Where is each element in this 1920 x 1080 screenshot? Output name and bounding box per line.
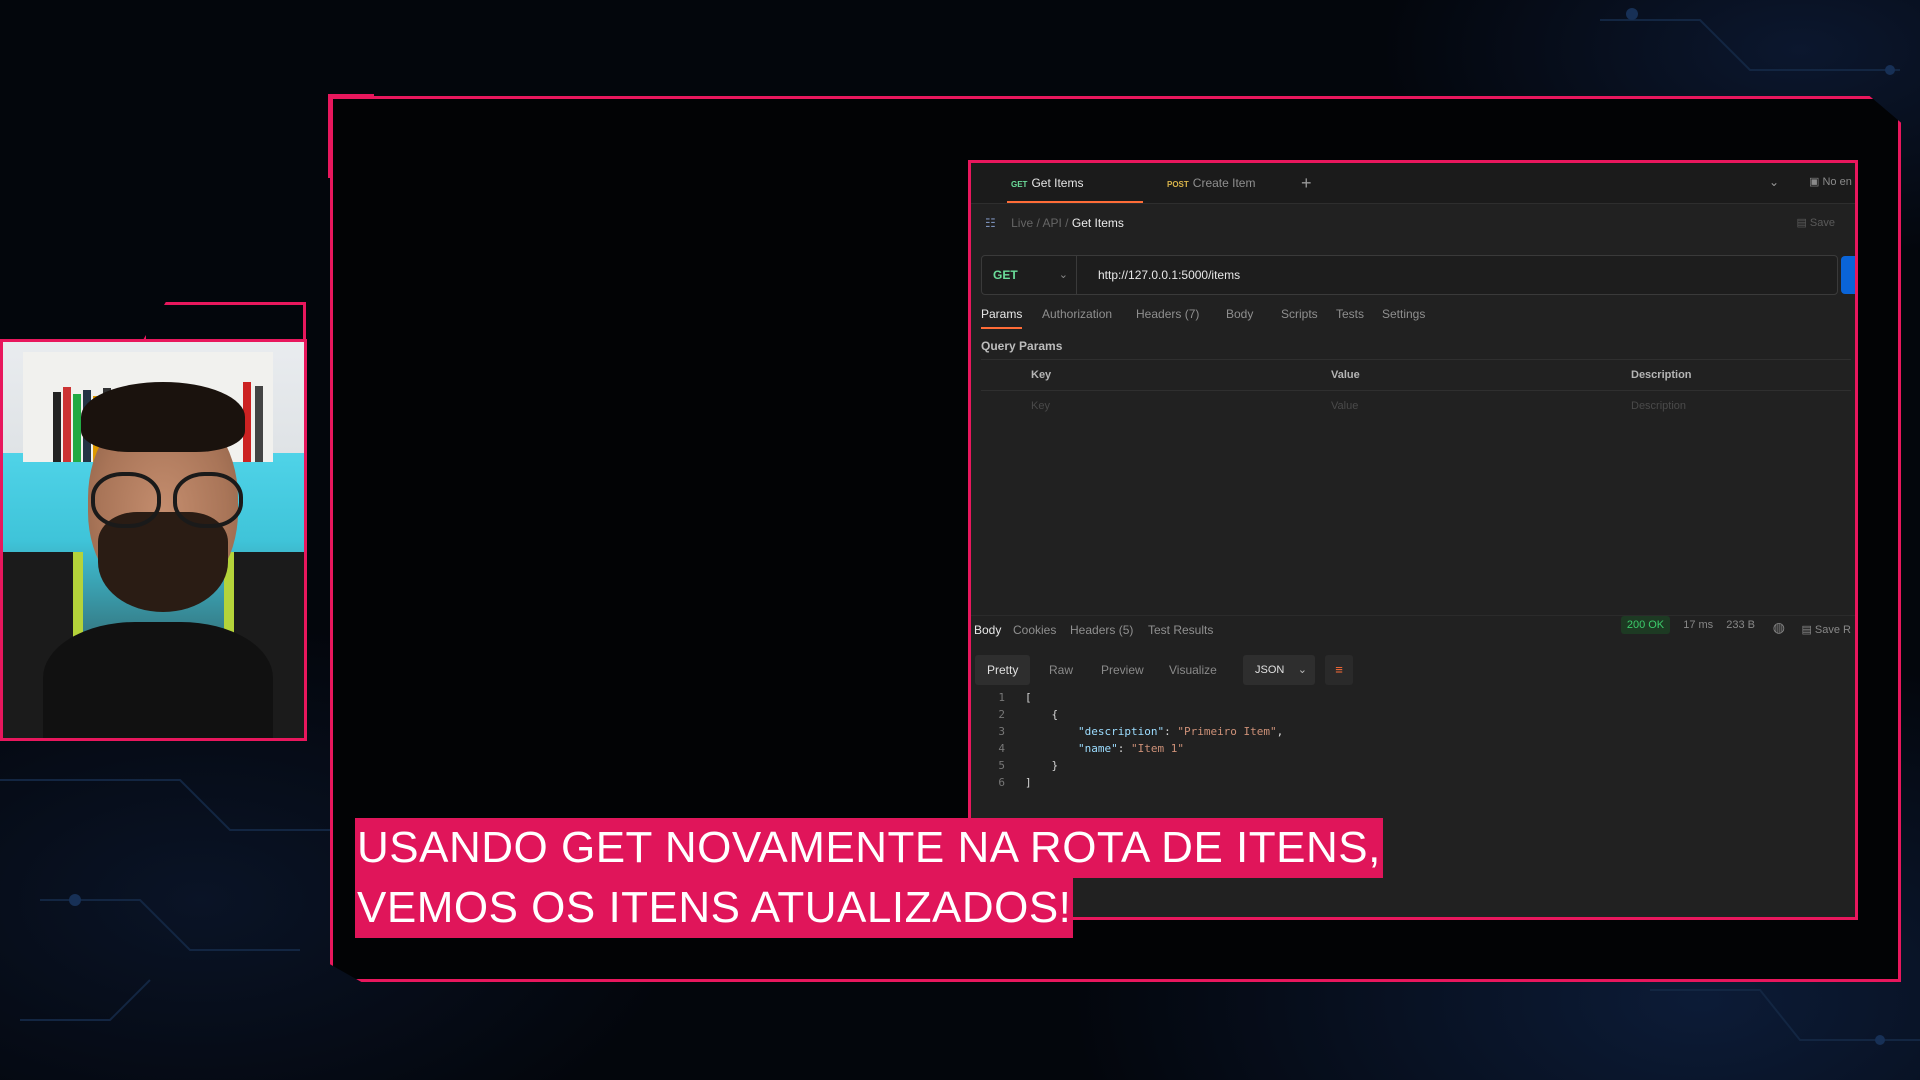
code-text: { <box>1051 708 1059 721</box>
breadcrumb-sep: / <box>1036 216 1040 230</box>
column-description: Description <box>1631 369 1692 381</box>
line-number: 5 <box>998 759 1005 772</box>
shirt <box>43 622 273 738</box>
format-visualize[interactable]: Visualize <box>1157 655 1229 685</box>
column-value: Value <box>1331 369 1360 381</box>
table-header-row: Key Value Description <box>981 359 1851 390</box>
line-number: 3 <box>998 725 1005 738</box>
chevron-down-icon: ⌄ <box>1058 269 1068 281</box>
breadcrumb-current: Get Items <box>1071 216 1124 230</box>
code-line: 2 { <box>971 706 1855 723</box>
format-pretty[interactable]: Pretty <box>975 655 1031 685</box>
tab-scripts[interactable]: Scripts <box>1281 307 1318 321</box>
code-text: ] <box>1025 776 1032 789</box>
line-number: 2 <box>998 708 1005 721</box>
plus-icon[interactable]: + <box>1301 173 1312 194</box>
tab-method: GET <box>1011 180 1028 189</box>
response-size[interactable]: 233 B <box>1726 619 1755 631</box>
code-text: "name": "Item 1" <box>1077 742 1184 755</box>
code-text: } <box>1051 759 1059 772</box>
save-label: Save <box>1809 217 1835 229</box>
tab-create-item[interactable]: POST Create Item <box>1167 163 1255 203</box>
tab-method: POST <box>1167 180 1189 189</box>
tab-response-headers[interactable]: Headers (5) <box>1070 623 1133 637</box>
value-input[interactable]: Value <box>1331 391 1358 421</box>
method-select[interactable]: GET ⌄ <box>982 256 1077 294</box>
format-type-select[interactable]: JSON ⌄ <box>1243 655 1315 685</box>
tab-response-body[interactable]: Body <box>974 623 1001 637</box>
key-input[interactable]: Key <box>1031 391 1050 421</box>
glasses-left-lens <box>91 472 161 528</box>
tab-params[interactable]: Params <box>981 307 1023 329</box>
save-button[interactable]: ▤ Save <box>1796 211 1835 235</box>
method-label: GET <box>993 268 1018 282</box>
collection-icon: ☷ <box>985 216 996 230</box>
description-input[interactable]: Description <box>1631 391 1686 421</box>
save-response-label: Save R <box>1814 624 1851 636</box>
tab-settings[interactable]: Settings <box>1382 307 1425 321</box>
response-status: 200 OK 17 ms 233 B <box>1620 616 1755 634</box>
breadcrumb-folder[interactable]: API <box>1042 216 1061 230</box>
response-divider[interactable] <box>971 615 1855 616</box>
environment-selector[interactable]: ▣ No en <box>1809 175 1852 188</box>
code-text: "description": "Primeiro Item", <box>1077 725 1284 738</box>
globe-icon[interactable]: ◍ <box>1773 619 1785 636</box>
format-type-label: JSON <box>1255 664 1285 676</box>
status-badge[interactable]: 200 OK <box>1620 616 1671 634</box>
url-bar: GET ⌄ http://127.0.0.1:5000/items <box>981 255 1855 295</box>
line-number: 1 <box>998 691 1005 704</box>
subtitle-line-1: USANDO GET NOVAMENTE NA ROTA DE ITENS, <box>355 818 1383 878</box>
tab-tests[interactable]: Tests <box>1336 307 1364 321</box>
save-response-button[interactable]: ▤ Save R <box>1801 623 1851 636</box>
postman-window: GET Get Items POST Create Item + ⌄ ▣ No en… <box>968 160 1858 920</box>
query-params-table: Key Value Description Key Value Descript… <box>981 359 1851 421</box>
tab-authorization[interactable]: Authorization <box>1042 307 1112 321</box>
send-button[interactable] <box>1841 256 1855 294</box>
tab-test-results[interactable]: Test Results <box>1148 623 1213 637</box>
subtitle-line-2: VEMOS OS ITENS ATUALIZADOS! <box>355 878 1074 938</box>
column-key: Key <box>1031 369 1052 381</box>
environment-icon: ▣ <box>1809 176 1820 188</box>
code-line: 6 ] <box>971 774 1855 791</box>
request-tab-bar: GET Get Items POST Create Item + ⌄ ▣ No en <box>971 163 1855 204</box>
webcam-tab-deco <box>143 302 306 340</box>
save-icon: ▤ <box>1796 217 1807 229</box>
breadcrumb-root[interactable]: Live <box>1011 216 1033 230</box>
line-number: 6 <box>998 776 1005 789</box>
query-params-title: Query Params <box>981 339 1063 353</box>
tab-label: Create Item <box>1192 176 1256 190</box>
breadcrumb-sep: / <box>1065 216 1069 230</box>
code-line: 5 } <box>971 757 1855 774</box>
chevron-down-icon[interactable]: ⌄ <box>1769 175 1779 189</box>
chevron-down-icon: ⌄ <box>1297 664 1307 676</box>
response-body[interactable]: 1 [ 2 { 3 "description": "Primeiro Item"… <box>971 689 1855 791</box>
breadcrumb: ☷ Live / API / Get Items <box>985 211 1124 235</box>
environment-label: No en <box>1822 176 1852 188</box>
tab-body[interactable]: Body <box>1226 307 1253 321</box>
hair <box>81 382 245 452</box>
code-text: [ <box>1025 691 1032 704</box>
format-raw[interactable]: Raw <box>1037 655 1085 685</box>
table-row: Key Value Description <box>981 390 1851 421</box>
url-input[interactable]: http://127.0.0.1:5000/items <box>1098 256 1240 294</box>
tab-label: Get Items <box>1031 176 1084 190</box>
format-preview[interactable]: Preview <box>1089 655 1156 685</box>
code-line: 1 [ <box>971 689 1855 706</box>
line-number: 4 <box>998 742 1005 755</box>
tab-get-items[interactable]: GET Get Items <box>1007 163 1143 203</box>
glasses-right-lens <box>173 472 243 528</box>
save-icon: ▤ <box>1801 624 1812 636</box>
code-line: 4 "name": "Item 1" <box>971 740 1855 757</box>
tab-headers[interactable]: Headers (7) <box>1136 307 1199 321</box>
tab-cookies[interactable]: Cookies <box>1013 623 1056 637</box>
wrap-lines-icon[interactable]: ≡ <box>1325 655 1353 685</box>
webcam-feed <box>0 339 307 741</box>
response-time[interactable]: 17 ms <box>1683 619 1713 631</box>
code-line: 3 "description": "Primeiro Item", <box>971 723 1855 740</box>
